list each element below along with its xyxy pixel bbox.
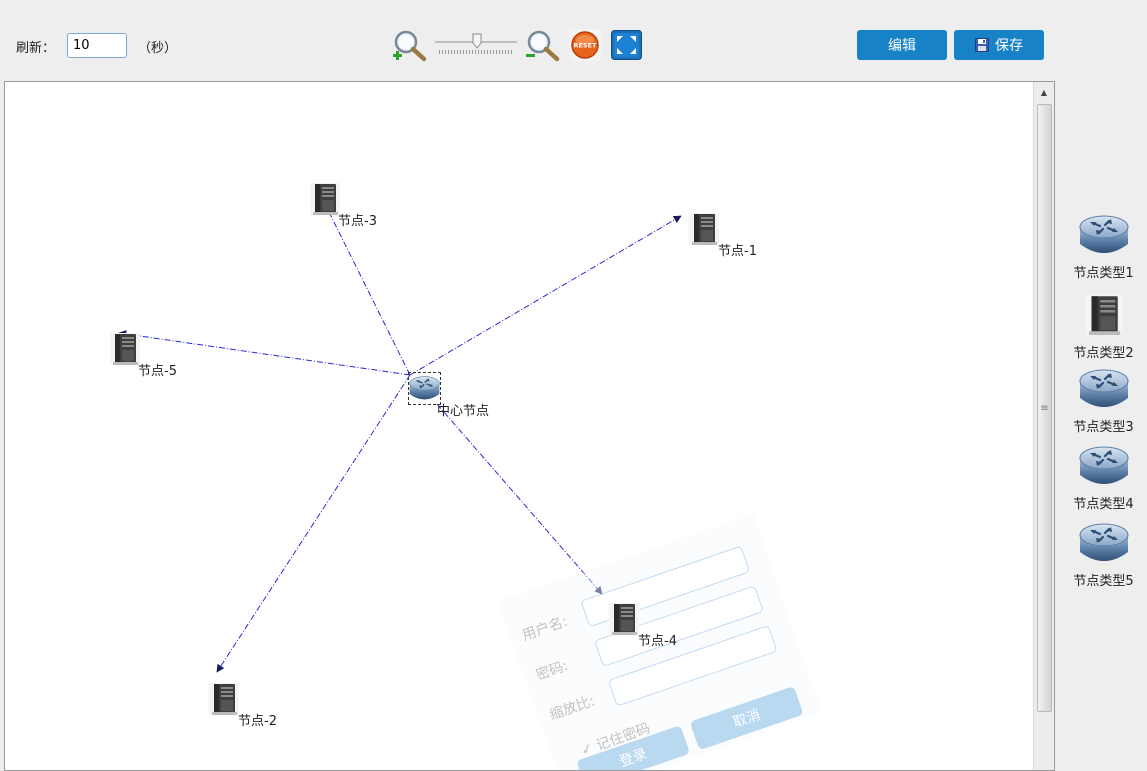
- zoom-in-icon[interactable]: [391, 28, 427, 62]
- center-node-label: 中心节点: [437, 404, 490, 419]
- node-type-1[interactable]: 节点类型1: [1060, 214, 1147, 281]
- router-icon: [409, 375, 440, 403]
- server-icon: [608, 602, 640, 636]
- node-type-2[interactable]: 节点类型2: [1060, 292, 1147, 361]
- node-label: 节点-2: [238, 714, 277, 729]
- reset-icon[interactable]: RESET: [569, 29, 601, 61]
- fit-screen-icon[interactable]: [611, 30, 642, 60]
- refresh-interval-input[interactable]: [67, 33, 127, 58]
- refresh-label: 刷新：: [16, 41, 56, 56]
- node-type-4[interactable]: 节点类型4: [1060, 445, 1147, 512]
- refresh-unit-label: （秒）: [138, 41, 178, 56]
- vertical-scrollbar[interactable]: ▲ ≡: [1033, 82, 1054, 770]
- topology-node-2[interactable]: [208, 682, 240, 720]
- node-label: 节点-5: [138, 364, 177, 379]
- reset-text: RESET: [573, 42, 597, 50]
- edit-button[interactable]: 编辑: [857, 30, 947, 60]
- server-icon: [688, 212, 720, 246]
- link-center-node-2: [216, 374, 411, 673]
- scroll-up-icon[interactable]: ▲: [1034, 82, 1054, 102]
- server-icon: [109, 332, 141, 366]
- password-label: 密码:: [533, 658, 571, 684]
- zoom-slider[interactable]: [433, 30, 519, 58]
- username-label: 用户名:: [520, 613, 570, 645]
- node-type-5[interactable]: 节点类型5: [1060, 522, 1147, 589]
- topology-canvas[interactable]: 用户名: 密码: 缩放比: ✓ 记住密码 登录 取消 节点-3 节点-1 节点-…: [4, 81, 1055, 771]
- router-icon: [1079, 214, 1129, 258]
- zoom-out-icon[interactable]: [524, 28, 560, 62]
- node-type-label: 节点类型1: [1073, 266, 1134, 281]
- scroll-thumb[interactable]: ≡: [1037, 104, 1052, 712]
- node-type-label: 节点类型3: [1073, 420, 1134, 435]
- link-center-node-4: [436, 403, 603, 595]
- topology-node-5[interactable]: [109, 332, 141, 370]
- server-icon: [309, 182, 341, 216]
- node-type-label: 节点类型5: [1073, 574, 1134, 589]
- topology-node-4[interactable]: [608, 602, 640, 640]
- link-center-node-1: [409, 215, 682, 376]
- node-type-label: 节点类型2: [1073, 346, 1134, 361]
- node-label: 节点-3: [338, 214, 377, 229]
- node-label: 节点-1: [718, 244, 757, 259]
- edit-button-label: 编辑: [888, 37, 916, 53]
- topology-node-3[interactable]: [309, 182, 341, 220]
- node-type-3[interactable]: 节点类型3: [1060, 368, 1147, 435]
- floppy-disk-icon: [975, 38, 989, 52]
- server-icon: [208, 682, 240, 716]
- topology-node-1[interactable]: [688, 212, 720, 250]
- save-button-label: 保存: [995, 37, 1023, 53]
- save-button[interactable]: 保存: [954, 30, 1044, 60]
- server-icon: [1084, 292, 1124, 338]
- zoom-ratio-label: 缩放比:: [547, 693, 597, 724]
- router-icon: [1079, 445, 1129, 489]
- node-type-label: 节点类型4: [1073, 497, 1134, 512]
- router-icon: [1079, 368, 1129, 412]
- router-icon: [1079, 522, 1129, 566]
- node-label: 节点-4: [638, 634, 677, 649]
